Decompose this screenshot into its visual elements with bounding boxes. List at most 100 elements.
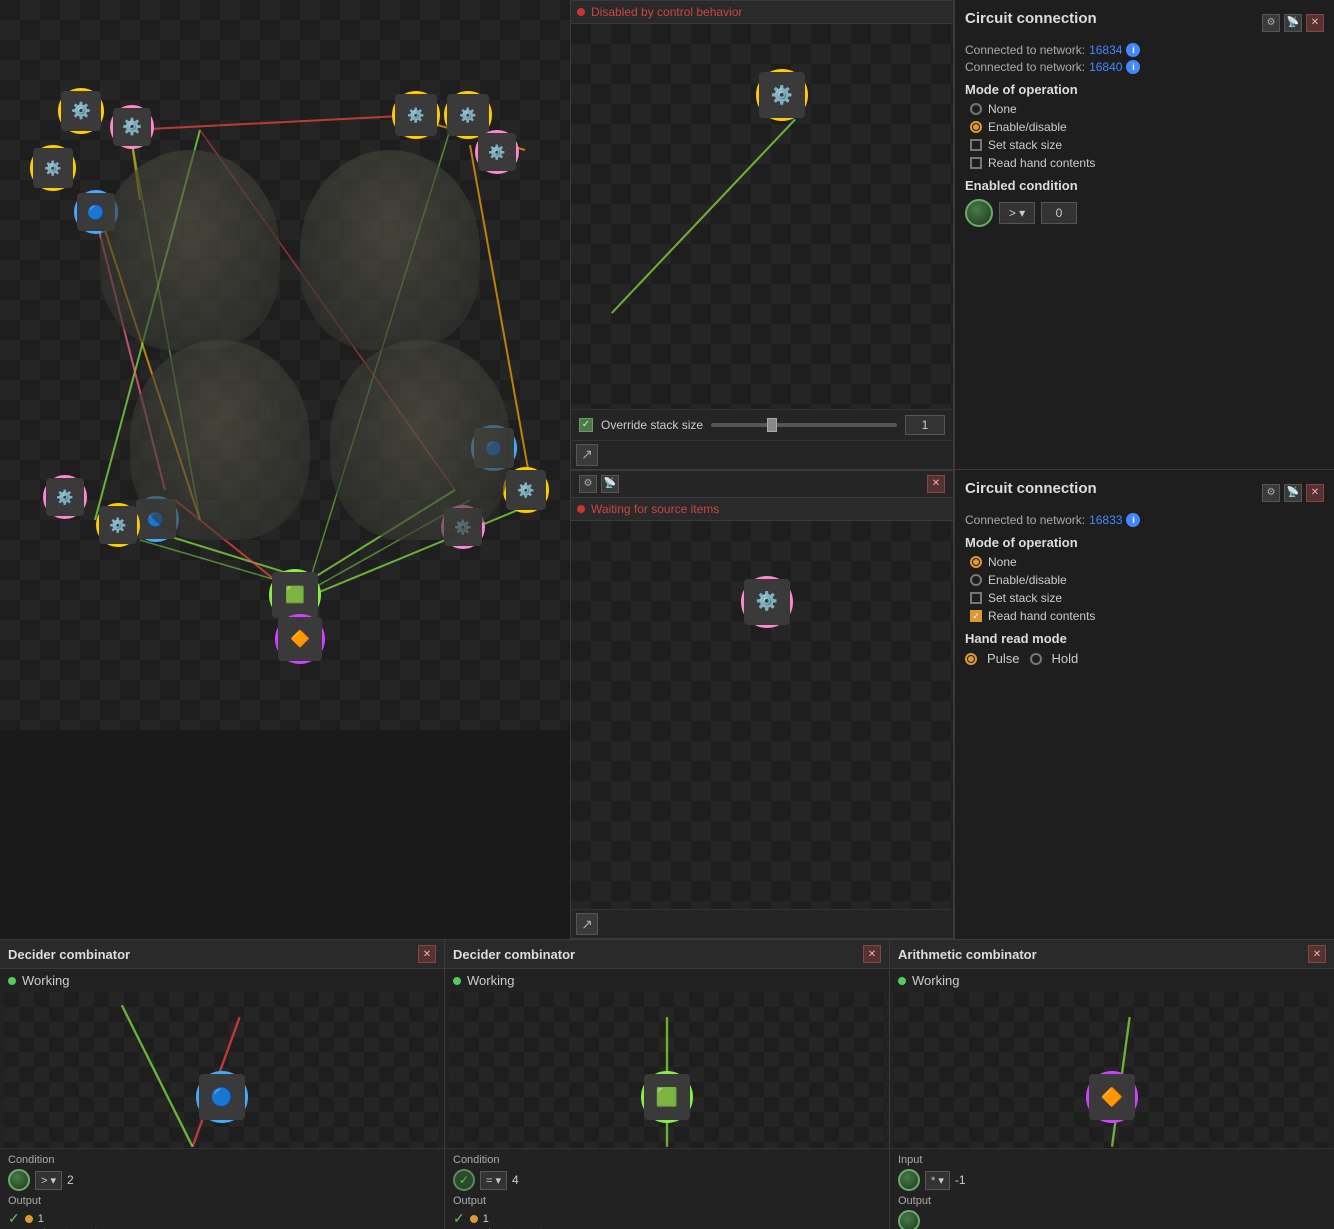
mode-stack-check-bottom[interactable] — [970, 592, 982, 604]
bottom-toolbar-move-btn[interactable]: ↗ — [576, 913, 598, 935]
stack-value-input[interactable] — [905, 415, 945, 435]
bottom-panel-close[interactable]: ✕ — [927, 475, 945, 493]
mode-enable-radio-bottom[interactable] — [970, 574, 982, 586]
network2-label-top: Connected to network: — [965, 60, 1085, 74]
mode-read-check-bottom[interactable] — [970, 610, 982, 622]
combinator3-output-icon[interactable] — [898, 1210, 920, 1229]
combinator3-close[interactable]: ✕ — [1308, 945, 1326, 963]
combinator2-status-row: Working — [445, 969, 889, 992]
combinator3-title: Arithmetic combinator — [898, 947, 1037, 962]
network1-bottom-info-icon[interactable]: i — [1126, 513, 1140, 527]
pulse-radio[interactable] — [965, 653, 977, 665]
combinator2-cond-op[interactable]: = ▾ — [480, 1171, 507, 1190]
mech-body-2 — [300, 150, 480, 350]
combinator2-output-count: 1 — [483, 1213, 489, 1225]
combinator1-output-count: 1 — [38, 1213, 44, 1225]
combinator1-entity-icon[interactable]: 🔵 — [199, 1074, 245, 1120]
entity-icon-1[interactable]: ⚙️ — [113, 108, 151, 146]
override-row: ✓ Override stack size — [571, 409, 953, 440]
preview-entity-icon[interactable]: ⚙️ — [759, 72, 805, 118]
combinator1-status: Working — [22, 973, 69, 988]
cond-value-top[interactable]: 0 — [1041, 202, 1077, 224]
entity-icon-6[interactable]: ⚙️ — [447, 94, 489, 136]
bottom-panel-toolbar: ↗ — [571, 909, 953, 938]
bottom-preview-entity-icon[interactable]: ⚙️ — [744, 579, 790, 625]
entity-icon-2[interactable]: ⚙️ — [61, 91, 101, 131]
combinator2-cond-icon[interactable]: ✓ — [453, 1169, 475, 1191]
combinator3-status: Working — [912, 973, 959, 988]
mech-body-3 — [130, 340, 310, 540]
enabled-condition-row: > ▾ 0 — [965, 199, 1324, 227]
mode-enable-label-top: Enable/disable — [988, 120, 1067, 134]
game-viewport: ⚙️ ⚙️ 🔵 ⚙️ ⚙️ ⚙️ ⚙️ — [0, 0, 570, 730]
network1-label-top: Connected to network: — [965, 43, 1085, 57]
top-panel-toolbar: ↗ — [571, 440, 953, 469]
combinator1-cond-icon[interactable] — [8, 1169, 30, 1191]
circuit-title-bottom: Circuit connection — [965, 480, 1097, 497]
circuit-top-icon1[interactable]: ⚙ — [1262, 14, 1280, 32]
combinator1-cond-op[interactable]: > ▾ — [35, 1171, 62, 1190]
hold-radio[interactable] — [1030, 653, 1042, 665]
mode-stack-check-top[interactable] — [970, 139, 982, 151]
stack-slider[interactable] — [711, 423, 897, 427]
top-panel-header: Disabled by control behavior — [571, 1, 953, 24]
combinator2-preview: 🟩 — [449, 992, 885, 1148]
combinator3-preview: 🔶 — [894, 992, 1330, 1148]
cond-op-top[interactable]: > ▾ — [999, 202, 1035, 224]
mode-enable-radio-top[interactable] — [970, 121, 982, 133]
bottom-status-dot — [577, 505, 585, 513]
mode-none-label-bottom: None — [988, 555, 1017, 569]
circuit-bottom-icon1[interactable]: ⚙ — [1262, 484, 1280, 502]
mode-read-check-top[interactable] — [970, 157, 982, 169]
circuit-top-close[interactable]: ✕ — [1306, 14, 1324, 32]
entity-icon-15[interactable]: 🔶 — [278, 617, 322, 661]
network2-info-icon[interactable]: i — [1126, 60, 1140, 74]
combinator3-entity-icon[interactable]: 🔶 — [1089, 1074, 1135, 1120]
mode-radio-group-top: None Enable/disable Set stack size Read … — [970, 102, 1324, 170]
toolbar-move-btn[interactable]: ↗ — [576, 444, 598, 466]
circuit-bottom-close[interactable]: ✕ — [1306, 484, 1324, 502]
hand-read-title: Hand read mode — [965, 631, 1324, 646]
combinator1-title: Decider combinator — [8, 947, 130, 962]
combinator2-close[interactable]: ✕ — [863, 945, 881, 963]
mode-none-radio-bottom[interactable] — [970, 556, 982, 568]
mode-enable-label-bottom: Enable/disable — [988, 573, 1067, 587]
combinator3-output-label: Output — [898, 1195, 1326, 1207]
top-panel-status: Disabled by control behavior — [591, 5, 742, 19]
network1-info-icon[interactable]: i — [1126, 43, 1140, 57]
combinator1-status-row: Working — [0, 969, 444, 992]
entity-icon-4[interactable]: ⚙️ — [33, 148, 73, 188]
circuit-top-icon2[interactable]: 📡 — [1284, 14, 1302, 32]
combinator1-close[interactable]: ✕ — [418, 945, 436, 963]
combinator1-cond-value: 2 — [67, 1173, 74, 1187]
bottom-panel-preview: ⚙️ — [571, 521, 953, 910]
combinator2-condition-label: Condition — [453, 1154, 881, 1166]
panel-icon-btn-1[interactable]: ⚙ — [579, 475, 597, 493]
entity-icon-13[interactable]: ⚙️ — [46, 478, 84, 516]
combinator1-output-label: Output — [8, 1195, 436, 1207]
entity-icon-9[interactable]: ⚙️ — [506, 470, 546, 510]
combinator3-input-op[interactable]: * ▾ — [925, 1171, 950, 1190]
combinator3-input-icon[interactable] — [898, 1169, 920, 1191]
entity-icon-12[interactable]: ⚙️ — [99, 506, 137, 544]
mode-read-label-bottom: Read hand contents — [988, 609, 1095, 623]
mode-section-top: Mode of operation — [965, 82, 1324, 97]
combinator2-titlebar: Decider combinator ✕ — [445, 940, 889, 969]
mode-radio-group-bottom: None Enable/disable Set stack size Read … — [970, 555, 1324, 623]
combinator2-entity-icon[interactable]: 🟩 — [644, 1074, 690, 1120]
circuit-bottom-icon2[interactable]: 📡 — [1284, 484, 1302, 502]
combinator2-output-dot — [470, 1215, 478, 1223]
mode-none-label-top: None — [988, 102, 1017, 116]
entity-icon-14[interactable]: 🟩 — [272, 572, 318, 618]
override-checkbox[interactable]: ✓ — [579, 418, 593, 432]
entity-icon-7[interactable]: ⚙️ — [478, 133, 516, 171]
top-panel-preview: ⚙️ — [571, 24, 953, 409]
panel-icon-btn-2[interactable]: 📡 — [601, 475, 619, 493]
bottom-panel-titlebar: ⚙ 📡 ✕ — [571, 471, 953, 498]
combinator1-bottom: Condition > ▾ 2 Output ✓ 1 Input count — [0, 1148, 444, 1229]
entity-icon-5[interactable]: ⚙️ — [395, 94, 437, 136]
enabled-condition-title: Enabled condition — [965, 178, 1324, 193]
cond-icon-top[interactable] — [965, 199, 993, 227]
mode-none-radio-top[interactable] — [970, 103, 982, 115]
mech-body-4 — [330, 340, 510, 540]
